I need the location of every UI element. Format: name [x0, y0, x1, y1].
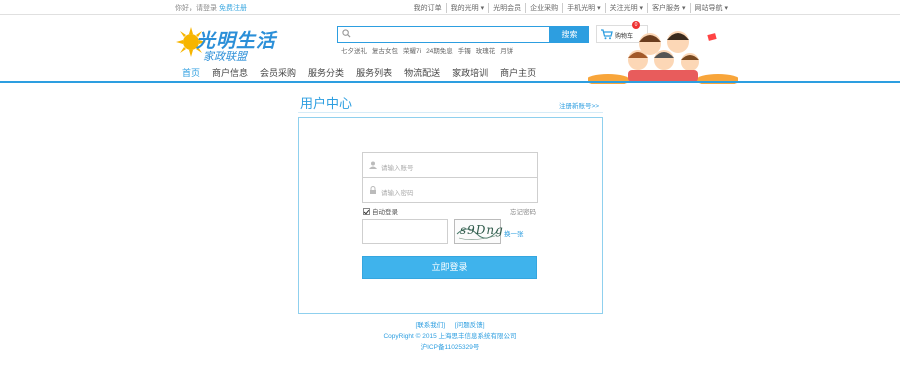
auto-login[interactable]: 自动登录 — [363, 206, 398, 216]
top-link-mobile[interactable]: 手机光明 ▾ — [562, 3, 604, 13]
top-link-sitemap[interactable]: 网站导航 ▾ — [689, 3, 732, 13]
search-box — [337, 26, 550, 43]
site-logo[interactable]: 光明生活 家政联盟 — [176, 24, 284, 64]
auto-login-checkbox[interactable] — [363, 207, 370, 215]
captcha-refresh-link[interactable]: 换一张 — [504, 228, 524, 238]
contact-us-link[interactable]: [联系我们] — [415, 322, 445, 329]
top-link-my[interactable]: 我的光明 ▾ — [445, 3, 488, 13]
copyright: CopyRight © 2015 上海思丰信息系统有限公司 — [383, 333, 517, 340]
top-links: 我的订单 我的光明 ▾ 光明会员 企业采购 手机光明 ▾ 关注光明 ▾ 客户服务… — [410, 3, 732, 13]
page-title: 用户中心 — [300, 96, 353, 111]
captcha-image[interactable]: s9Dng — [454, 219, 504, 244]
icp-number: 沪ICP备11025329号 — [420, 344, 480, 351]
password-field[interactable]: 请输入密码 — [362, 177, 538, 203]
top-link-follow[interactable]: 关注光明 ▾ — [604, 3, 647, 13]
login-link[interactable]: 你好，请登录 — [175, 5, 217, 12]
top-link-member[interactable]: 光明会员 — [488, 3, 525, 13]
hot-term[interactable]: 玫瑰花 — [476, 45, 496, 55]
search-input[interactable] — [356, 27, 546, 41]
lock-icon — [370, 186, 376, 194]
footer-links: [联系我们] [问题反馈] — [0, 320, 900, 331]
captcha-input[interactable] — [362, 219, 448, 244]
account-field[interactable]: 请输入账号 — [362, 152, 538, 178]
search-button[interactable]: 搜索 — [550, 26, 589, 43]
register-new-account-link[interactable]: 注册新账号>> — [559, 100, 599, 110]
hot-term[interactable]: 复古女包 — [372, 45, 398, 55]
auto-login-label: 自动登录 — [372, 209, 398, 216]
footer: [联系我们] [问题反馈] CopyRight © 2015 上海思丰信息系统有… — [0, 320, 900, 353]
top-link-service[interactable]: 客户服务 ▾ — [647, 3, 689, 13]
hot-term[interactable]: 手镯 — [458, 45, 471, 55]
register-link[interactable]: 免费注册 — [219, 5, 247, 12]
hot-term[interactable]: 荣耀7i — [403, 45, 421, 55]
captcha-text: s9Dng — [460, 223, 504, 237]
hot-term[interactable]: 七夕送礼 — [341, 45, 367, 55]
top-link-orders[interactable]: 我的订单 — [410, 3, 446, 13]
account-placeholder: 请输入账号 — [381, 165, 414, 172]
logo-subtitle: 家政联盟 — [203, 51, 247, 63]
login-panel — [298, 117, 603, 314]
hot-term[interactable]: 月饼 — [500, 45, 513, 55]
password-placeholder: 请输入密码 — [381, 190, 414, 197]
search-icon — [342, 29, 351, 38]
user-icon — [369, 161, 377, 169]
title-divider — [298, 112, 603, 113]
login-button[interactable]: 立即登录 — [362, 256, 537, 279]
nav-divider — [0, 81, 900, 83]
forgot-password-link[interactable]: 忘记密码 — [510, 206, 536, 216]
family-illustration — [588, 31, 738, 84]
hot-search-terms: 七夕送礼 复古女包 荣耀7i 24期免息 手镯 玫瑰花 月饼 — [341, 45, 513, 55]
greeting: 你好，请登录 免费注册 — [175, 3, 247, 13]
top-bar: 你好，请登录 免费注册 我的订单 我的光明 ▾ 光明会员 企业采购 手机光明 ▾… — [0, 0, 900, 15]
hot-term[interactable]: 24期免息 — [426, 45, 453, 55]
top-link-enterprise[interactable]: 企业采购 — [525, 3, 562, 13]
feedback-link[interactable]: [问题反馈] — [455, 322, 485, 329]
